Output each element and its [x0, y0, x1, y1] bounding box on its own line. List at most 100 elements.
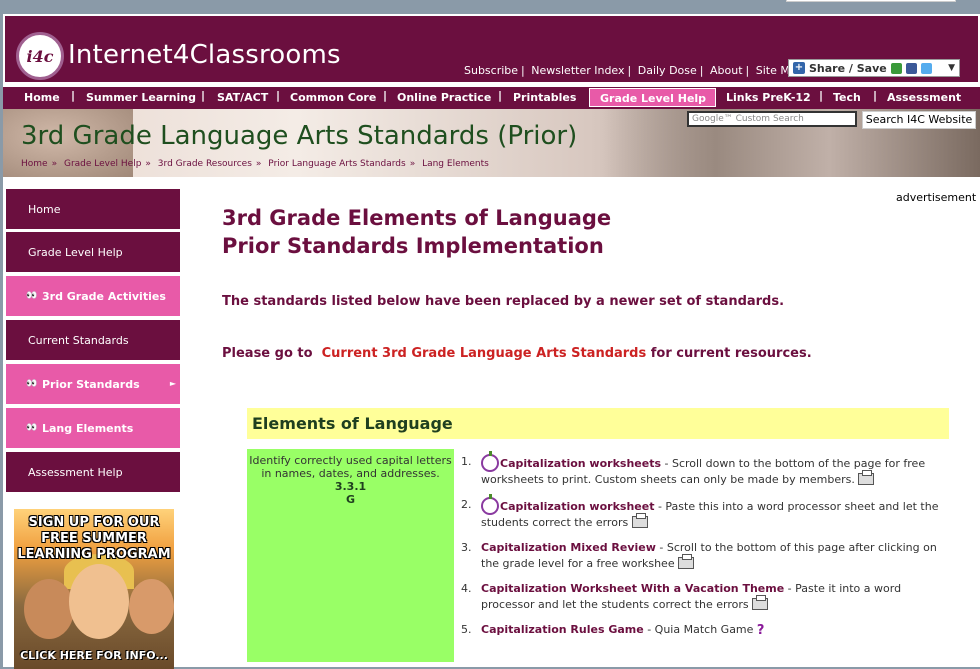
about-link[interactable]: About: [710, 64, 743, 77]
share-label: Share / Save: [809, 61, 887, 75]
sidebar-item-label: Home: [28, 202, 61, 216]
sidebar-item-3rd-grade-activities[interactable]: 👀 3rd Grade Activities: [6, 276, 180, 318]
item-number: 3.: [461, 541, 472, 554]
current-standards-link[interactable]: Current 3rd Grade Language Arts Standard…: [322, 346, 647, 361]
standard-text: Identify correctly used capital letters …: [249, 454, 452, 480]
nav-sat-act[interactable]: SAT/ACT: [217, 88, 268, 107]
printer-icon: [858, 470, 875, 485]
search-button[interactable]: Search I4C Website: [862, 111, 976, 129]
sidebar-item-assessment-help[interactable]: Assessment Help: [6, 452, 180, 494]
ad-photo-face-right: [129, 579, 174, 634]
sidebar-item-grade-level-help[interactable]: Grade Level Help: [6, 232, 180, 274]
eyes-icon: 👀: [26, 423, 37, 433]
nav-common-core[interactable]: Common Core: [290, 88, 376, 107]
ad-cta: CLICK HERE FOR INFO...: [20, 649, 168, 662]
nav-grade-level-help[interactable]: Grade Level Help: [589, 88, 716, 107]
breadcrumb-home[interactable]: Home: [21, 159, 48, 169]
standard-level: G: [345, 493, 356, 506]
breadcrumb-lang-elements: Lang Elements: [422, 159, 489, 169]
sidebar-item-current-standards[interactable]: Current Standards: [6, 320, 180, 362]
resource-list: 1. Capitalization worksheets - Scroll do…: [461, 451, 947, 648]
main-nav: Home | Summer Learning | SAT/ACT | Commo…: [3, 85, 980, 109]
brand-name: Internet4Classrooms: [68, 40, 341, 70]
resource-desc: - Quia Match Game: [643, 623, 754, 636]
sidebar-item-prior-standards[interactable]: 👀 Prior Standards ►: [6, 364, 180, 406]
heading-line-1: 3rd Grade Elements of Language: [222, 206, 612, 230]
resource-link[interactable]: Capitalization Rules Game: [481, 623, 644, 636]
heading-line-2: Prior Standards Implementation: [222, 234, 604, 258]
section-title: Elements of Language: [247, 408, 949, 439]
list-item: 3. Capitalization Mixed Review - Scroll …: [461, 540, 947, 572]
sidebar-item-label: Prior Standards: [42, 377, 140, 391]
item-number: 2.: [461, 498, 472, 511]
subscribe-link[interactable]: Subscribe: [464, 64, 518, 77]
sidebar-item-lang-elements[interactable]: 👀 Lang Elements: [6, 408, 180, 450]
site-header: i4c Internet4Classrooms Subscribe | Newsl…: [3, 14, 980, 84]
printer-icon: [752, 595, 769, 610]
sidebar-item-label: Current Standards: [28, 333, 129, 347]
twitter-icon: [920, 62, 932, 74]
breadcrumb-grade-level-help[interactable]: Grade Level Help: [64, 159, 141, 169]
title-banner: 3rd Grade Language Arts Standards (Prior…: [3, 109, 980, 177]
nav-tech[interactable]: Tech: [833, 88, 861, 107]
goto-prefix: Please go to: [222, 346, 313, 361]
summer-program-ad[interactable]: SIGN UP FOR OUR FREE SUMMER LEARNING PRO…: [14, 509, 174, 669]
nav-assessment[interactable]: Assessment: [887, 88, 961, 107]
resource-link[interactable]: Capitalization worksheet: [500, 500, 654, 513]
facebook-icon: [905, 62, 917, 74]
goto-suffix: for current resources.: [650, 346, 812, 361]
chevron-right-icon: ►: [169, 379, 176, 388]
nav-online-practice[interactable]: Online Practice: [397, 88, 491, 107]
item-number: 5.: [461, 623, 472, 636]
replacement-notice: The standards listed below have been rep…: [222, 294, 785, 309]
printer-icon: [631, 513, 648, 528]
list-item: 5. Capitalization Rules Game - Quia Matc…: [461, 622, 947, 639]
eyes-icon: 👀: [26, 379, 37, 389]
nav-links-prek-12[interactable]: Links PreK-12: [726, 88, 811, 107]
nav-home[interactable]: Home: [24, 88, 60, 107]
ad-headline: SIGN UP FOR OUR FREE SUMMER LEARNING PRO…: [17, 515, 171, 562]
list-item: 4. Capitalization Worksheet With a Vacat…: [461, 581, 947, 613]
apple-icon: [481, 494, 499, 515]
content-heading: 3rd Grade Elements of Language Prior Sta…: [222, 204, 611, 260]
nav-summer-learning[interactable]: Summer Learning: [86, 88, 196, 107]
list-item: 1. Capitalization worksheets - Scroll do…: [461, 451, 947, 488]
top-input-box: [786, 0, 956, 2]
email-icon: [890, 62, 902, 74]
page: i4c Internet4Classrooms Subscribe | Newsl…: [0, 0, 980, 669]
page-title: 3rd Grade Language Arts Standards (Prior…: [21, 121, 578, 151]
sidebar-item-label: Lang Elements: [42, 421, 134, 435]
nav-printables[interactable]: Printables: [513, 88, 576, 107]
site-logo[interactable]: i4c Internet4Classrooms: [10, 20, 341, 80]
site-wrapper: i4c Internet4Classrooms Subscribe | Newsl…: [3, 14, 980, 669]
top-links: Subscribe | Newsletter Index | Daily Dose |…: [464, 64, 804, 77]
breadcrumb-3rd-grade-resources[interactable]: 3rd Grade Resources: [158, 159, 252, 169]
ad-photo-face-left: [24, 579, 74, 639]
item-number: 4.: [461, 582, 472, 595]
apple-icon: [481, 451, 499, 472]
resource-link[interactable]: Capitalization worksheets: [500, 457, 661, 470]
breadcrumb-prior-standards[interactable]: Prior Language Arts Standards: [268, 159, 405, 169]
plus-icon: +: [793, 62, 805, 74]
sidebar-item-label: Assessment Help: [28, 465, 123, 479]
browser-top-strip: [0, 0, 980, 14]
question-mark-icon: ?: [756, 623, 765, 638]
search-input[interactable]: Google™ Custom Search: [687, 111, 857, 127]
daily-dose-link[interactable]: Daily Dose: [638, 64, 697, 77]
sidebar-item-label: 3rd Grade Activities: [42, 289, 166, 303]
goto-current-line: Please go to Current 3rd Grade Language …: [222, 346, 812, 361]
eyes-icon: 👀: [26, 291, 37, 301]
ad-photo-face-center: [69, 564, 129, 639]
resource-link[interactable]: Capitalization Mixed Review: [481, 541, 656, 554]
standard-box: Identify correctly used capital letters …: [247, 449, 454, 662]
list-item: 2. Capitalization worksheet - Paste this…: [461, 494, 947, 531]
printer-icon: [678, 554, 695, 569]
resource-link[interactable]: Capitalization Worksheet With a Vacation…: [481, 582, 784, 595]
chevron-down-icon: ▼: [948, 63, 955, 73]
sidebar-item-home[interactable]: Home: [6, 189, 180, 231]
newsletter-index-link[interactable]: Newsletter Index: [531, 64, 624, 77]
item-number: 1.: [461, 455, 472, 468]
share-save-button[interactable]: + Share / Save ▼: [788, 59, 960, 77]
logo-badge-icon: i4c: [16, 32, 64, 80]
sidebar-item-label: Grade Level Help: [28, 245, 123, 259]
